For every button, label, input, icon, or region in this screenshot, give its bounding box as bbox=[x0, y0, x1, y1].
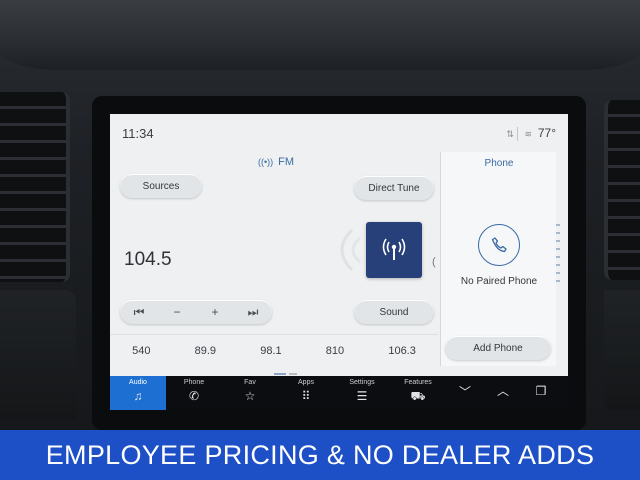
add-phone-button[interactable]: Add Phone bbox=[445, 336, 551, 360]
promo-banner-text: EMPLOYEE PRICING & NO DEALER ADDS bbox=[45, 439, 595, 470]
nav-features[interactable]: Features ⛟ bbox=[390, 376, 446, 410]
card-scroll-indicator[interactable] bbox=[556, 224, 560, 284]
dashboard-hood bbox=[0, 0, 640, 70]
sources-button[interactable]: Sources bbox=[120, 174, 202, 198]
left-dash-panel bbox=[0, 290, 76, 420]
tuning-controls: ⏮ − + ⏭ bbox=[120, 300, 272, 324]
station-logo-tile[interactable] bbox=[366, 222, 422, 278]
music-note-icon: ♫ bbox=[133, 389, 143, 403]
preset-page-indicator bbox=[274, 362, 300, 376]
clock: 11:34 bbox=[122, 126, 154, 141]
nav-apps-label: Apps bbox=[298, 379, 314, 386]
nav-phone[interactable]: Phone ✆ bbox=[166, 376, 222, 410]
chevron-up-icon: ︿ bbox=[496, 384, 509, 398]
connectivity-icons: ⇅ ≋ bbox=[506, 129, 536, 139]
sliders-icon: ☰ bbox=[356, 389, 368, 403]
status-divider bbox=[517, 127, 518, 141]
nav-audio-label: Audio bbox=[129, 379, 147, 386]
bottom-nav-bar: Audio ♫ Phone ✆ Fav ☆ Apps ⠿ Settings ☰ … bbox=[110, 376, 568, 410]
phone-card: Phone No Paired Phone Add Phone bbox=[440, 152, 556, 366]
sound-button[interactable]: Sound bbox=[354, 300, 434, 324]
nav-fav-label: Fav bbox=[244, 379, 256, 386]
tune-up-button[interactable]: + bbox=[200, 305, 230, 319]
tune-down-button[interactable]: − bbox=[162, 305, 192, 319]
nav-collapse[interactable]: ︿ bbox=[446, 376, 484, 410]
direct-tune-button[interactable]: Direct Tune bbox=[354, 176, 434, 200]
copy-icon: ❐ bbox=[535, 384, 547, 398]
seek-back-button[interactable]: ⏮ bbox=[124, 305, 154, 320]
broadcast-tower-icon bbox=[382, 238, 406, 260]
current-frequency: 104.5 bbox=[124, 249, 172, 270]
band-text: FM bbox=[278, 156, 295, 168]
nav-features-label: Features bbox=[404, 379, 432, 386]
phone-title: Phone bbox=[484, 158, 514, 169]
nav-phone-label: Phone bbox=[183, 379, 205, 386]
phone-status-text: No Paired Phone bbox=[460, 276, 538, 287]
right-air-vent bbox=[604, 100, 640, 280]
promo-banner: EMPLOYEE PRICING & NO DEALER ADDS bbox=[0, 430, 640, 480]
edge-glyph: ( bbox=[432, 256, 436, 268]
infotainment-screen: 11:34 ⇅ ≋ 77° ((•)) FM Sources Direct Tun… bbox=[110, 114, 568, 376]
phone-handset-icon[interactable] bbox=[478, 224, 520, 266]
preset-item[interactable]: 89.9 bbox=[195, 345, 216, 357]
band-label: ((•)) FM bbox=[258, 156, 294, 168]
left-air-vent bbox=[0, 92, 70, 282]
radio-card: ((•)) FM Sources Direct Tune 104.5 ( ⏮ − … bbox=[110, 150, 438, 376]
seek-forward-button[interactable]: ⏭ bbox=[238, 305, 268, 320]
chevron-down-icon: ︿ bbox=[458, 384, 471, 398]
truck-icon: ⛟ bbox=[410, 389, 426, 403]
outside-temperature: 77° bbox=[537, 126, 556, 140]
preset-item[interactable]: 106.3 bbox=[388, 345, 416, 357]
phone-glyph-icon bbox=[491, 237, 507, 253]
apps-grid-icon: ⠿ bbox=[301, 389, 311, 403]
radio-waves-watermark-icon bbox=[340, 228, 362, 272]
nav-settings[interactable]: Settings ☰ bbox=[334, 376, 390, 410]
nav-settings-label: Settings bbox=[349, 379, 375, 386]
nav-audio[interactable]: Audio ♫ bbox=[110, 376, 166, 410]
star-icon: ☆ bbox=[244, 389, 256, 403]
nav-fav[interactable]: Fav ☆ bbox=[222, 376, 278, 410]
phone-icon: ✆ bbox=[188, 389, 200, 403]
right-dash-panel bbox=[604, 290, 640, 410]
preset-item[interactable]: 810 bbox=[326, 345, 344, 357]
preset-item[interactable]: 540 bbox=[132, 345, 150, 357]
nav-apps[interactable]: Apps ⠿ bbox=[278, 376, 334, 410]
antenna-icon: ((•)) bbox=[258, 157, 274, 167]
status-bar: 11:34 ⇅ ≋ 77° bbox=[110, 114, 568, 150]
nav-expand[interactable]: ︿ bbox=[484, 376, 522, 410]
nav-split-view[interactable]: ❐ bbox=[522, 376, 560, 410]
preset-item[interactable]: 98.1 bbox=[260, 345, 281, 357]
